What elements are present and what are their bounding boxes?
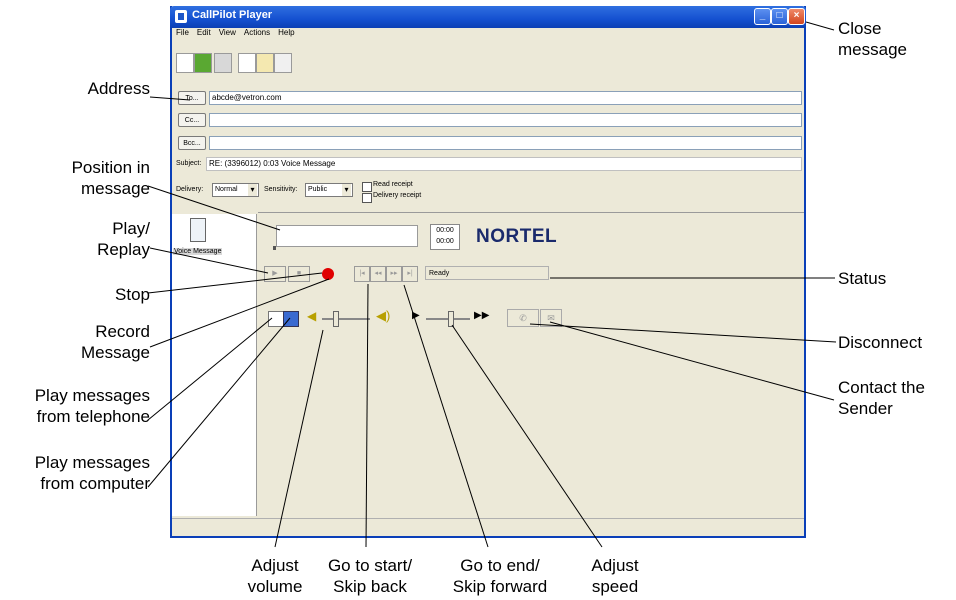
- callout-computer: Play messages from computer: [34, 453, 150, 493]
- callout-status: Status: [838, 269, 887, 288]
- callout-volume: Adjust volume: [247, 556, 303, 596]
- callout-record: Record Message: [81, 322, 150, 362]
- callout-play: Play/ Replay: [97, 219, 150, 259]
- callout-phone: Play messages from telephone: [34, 386, 150, 426]
- callout-position: Position in message: [71, 158, 150, 198]
- callout-address: Address: [87, 79, 150, 98]
- callout-start: Go to start/ Skip back: [327, 556, 413, 596]
- callout-end: Go to end/ Skip forward: [452, 556, 548, 596]
- callout-stop: Stop: [115, 285, 150, 304]
- callout-contact: Contact the Sender: [838, 378, 925, 418]
- callout-speed: Adjust speed: [591, 556, 639, 596]
- callout-disconnect: Disconnect: [838, 333, 923, 352]
- callout-close: Close message: [838, 19, 907, 59]
